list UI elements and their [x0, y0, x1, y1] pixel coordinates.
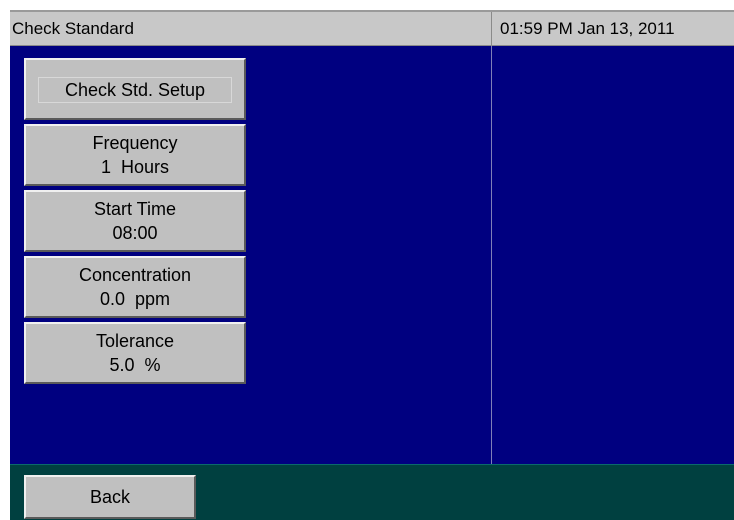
start-time-label: Start Time: [93, 199, 177, 219]
title-bar: Check Standard 01:59 PM Jan 13, 2011: [10, 10, 734, 46]
footer-bar: Back: [10, 464, 734, 520]
start-time-value: 08:00: [112, 223, 158, 243]
frequency-label: Frequency: [92, 133, 178, 153]
tolerance-label: Tolerance: [95, 331, 175, 351]
panel-divider: [491, 46, 492, 464]
main-panel: Check Std. Setup Frequency 1 Hours Start…: [10, 46, 734, 464]
frequency-button[interactable]: Frequency 1 Hours: [24, 124, 246, 186]
concentration-label: Concentration: [78, 265, 192, 285]
tolerance-value: 5.0 %: [109, 355, 161, 375]
screen-title: Check Standard: [10, 12, 492, 45]
concentration-value: 0.0 ppm: [99, 289, 171, 309]
tolerance-button[interactable]: Tolerance 5.0 %: [24, 322, 246, 384]
start-time-button[interactable]: Start Time 08:00: [24, 190, 246, 252]
check-std-setup-button[interactable]: Check Std. Setup: [24, 58, 246, 120]
check-std-setup-label: Check Std. Setup: [38, 77, 232, 103]
back-button[interactable]: Back: [24, 475, 196, 519]
concentration-button[interactable]: Concentration 0.0 ppm: [24, 256, 246, 318]
date-time-display: 01:59 PM Jan 13, 2011: [500, 19, 675, 38]
back-label: Back: [89, 487, 131, 507]
frequency-value: 1 Hours: [100, 157, 170, 177]
